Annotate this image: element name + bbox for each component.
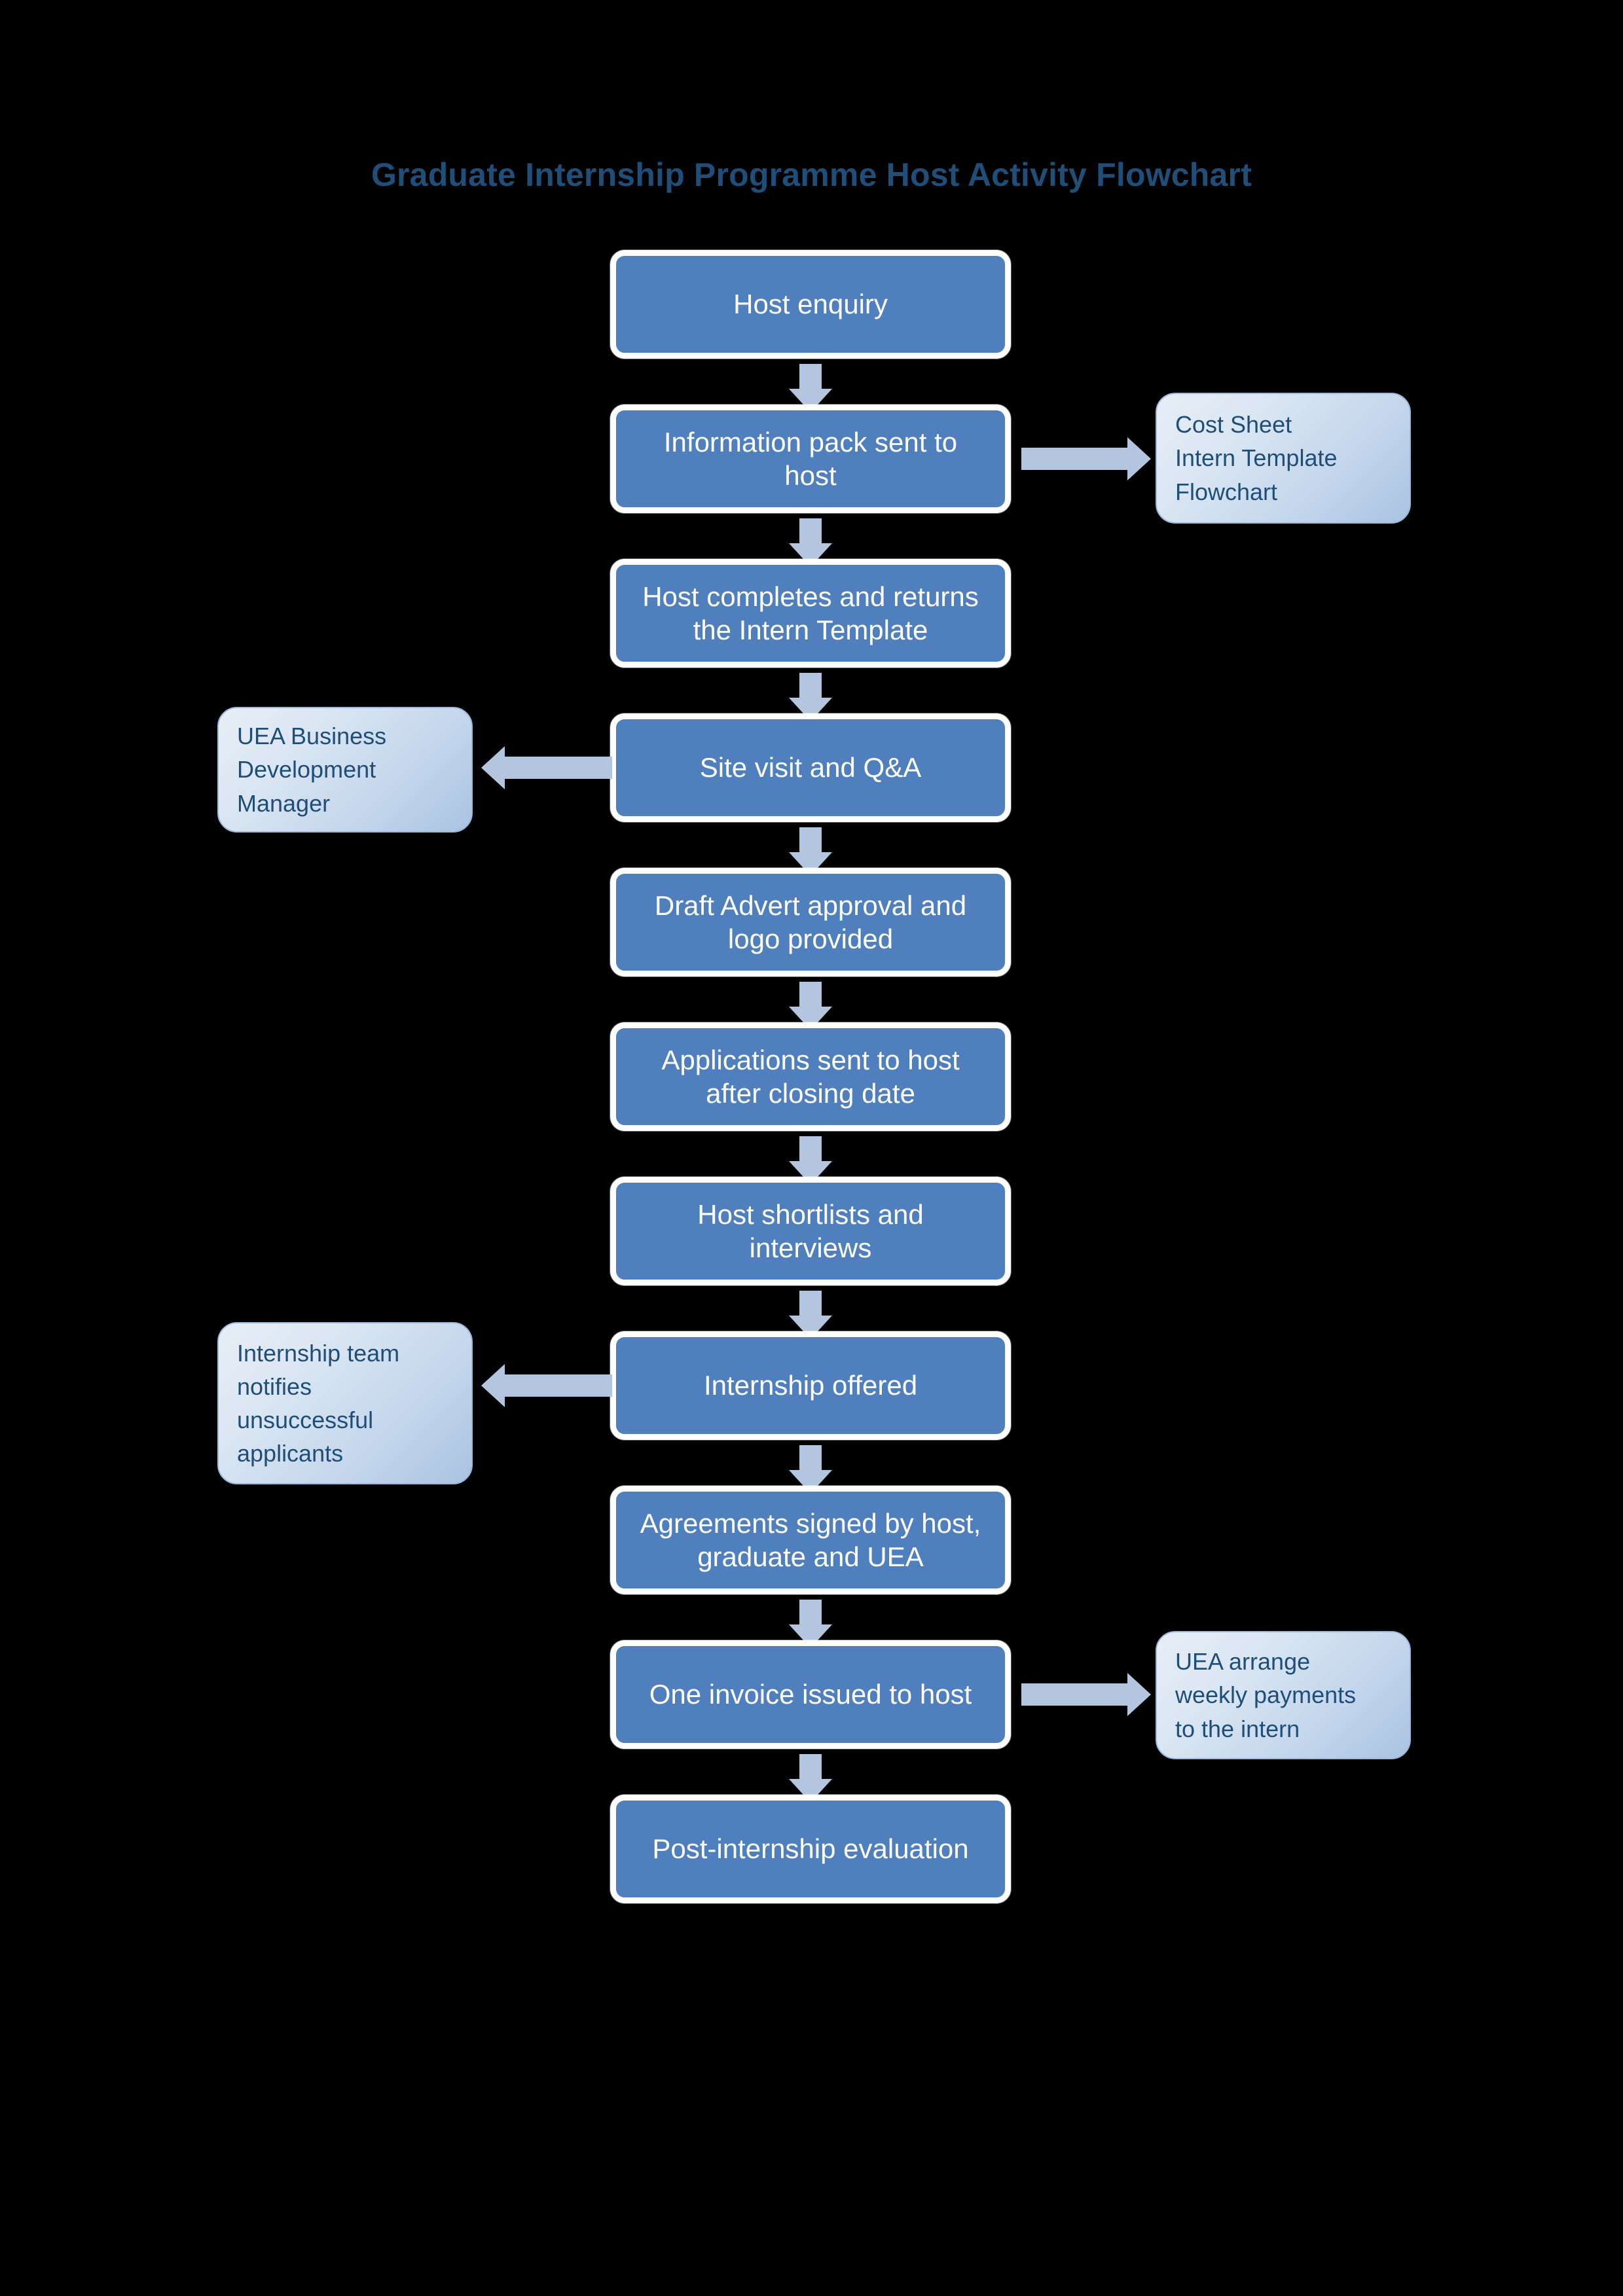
- flow-node-host-shortlists[interactable]: Host shortlists and interviews: [610, 1177, 1011, 1285]
- flow-node-label: Host completes and returns the Intern Te…: [632, 580, 989, 647]
- note-internship-team-notifies[interactable]: Internship team notifies unsuccessful ap…: [217, 1322, 473, 1484]
- note-line: applicants: [237, 1440, 344, 1467]
- note-uea-business-development-manager[interactable]: UEA Business Development Manager: [217, 707, 473, 833]
- note-cost-sheet-documents[interactable]: Cost Sheet Intern Template Flowchart: [1156, 393, 1411, 524]
- note-line: UEA arrange: [1175, 1648, 1311, 1676]
- flow-node-label-line2: graduate and UEA: [697, 1541, 924, 1572]
- note-line: Internship team: [237, 1339, 400, 1367]
- flow-node-label-line1: Draft Advert approval and: [654, 889, 967, 921]
- flow-node-label-line1: Host shortlists and: [697, 1198, 924, 1230]
- flow-node-label: Information pack sent to host: [632, 425, 989, 492]
- flow-node-label-line1: Agreements signed by host,: [640, 1507, 981, 1539]
- flow-node-label-line1: Host completes and returns: [642, 581, 979, 612]
- flow-node-label: Host enquiry: [733, 289, 888, 320]
- flow-node-label: Host shortlists and interviews: [632, 1198, 989, 1265]
- flow-node-label-line2: the Intern Template: [693, 615, 928, 645]
- arrow-left-n8-unsuccessful: [481, 1364, 612, 1407]
- note-line: Intern Template: [1175, 444, 1338, 472]
- flow-node-label-line2: logo provided: [727, 924, 894, 954]
- flow-node-label-line2: host: [784, 460, 837, 491]
- arrow-right-n2-costsheet: [1021, 437, 1152, 480]
- note-line: Flowchart: [1175, 478, 1278, 505]
- flow-node-label: Applications sent to host after closing …: [632, 1043, 989, 1110]
- note-line: UEA Business: [237, 723, 387, 750]
- arrow-right-n10-uea-payments: [1021, 1673, 1152, 1716]
- note-uea-weekly-payments[interactable]: UEA arrange weekly payments to the inter…: [1156, 1631, 1411, 1759]
- flow-node-host-enquiry[interactable]: Host enquiry: [610, 250, 1011, 359]
- note-line: notifies: [237, 1372, 312, 1400]
- note-line: to the intern: [1175, 1715, 1300, 1742]
- flow-node-label: Post-internship evaluation: [652, 1833, 969, 1865]
- page-title: Graduate Internship Programme Host Activ…: [371, 156, 1252, 193]
- flow-node-information-pack[interactable]: Information pack sent to host: [610, 404, 1011, 513]
- note-line: Cost Sheet: [1175, 411, 1292, 439]
- note-line: Development: [237, 756, 376, 783]
- flow-node-label-line2: after closing date: [706, 1078, 915, 1109]
- note-line: unsuccessful: [237, 1407, 374, 1433]
- note-line: Manager: [237, 789, 331, 817]
- flow-node-label: Agreements signed by host, graduate and …: [632, 1507, 989, 1573]
- flow-node-host-returns-template[interactable]: Host completes and returns the Intern Te…: [610, 559, 1011, 668]
- flow-node-post-internship-evaluation[interactable]: Post-internship evaluation: [610, 1795, 1011, 1903]
- flow-node-label-line2: interviews: [749, 1232, 872, 1263]
- flow-node-draft-advert-approval[interactable]: Draft Advert approval and logo provided: [610, 868, 1011, 977]
- flow-node-applications-sent[interactable]: Applications sent to host after closing …: [610, 1022, 1011, 1131]
- flow-node-site-visit[interactable]: Site visit and Q&A: [610, 713, 1011, 822]
- flowchart-canvas: Graduate Internship Programme Host Activ…: [0, 0, 1623, 2296]
- flow-node-label: Site visit and Q&A: [699, 752, 922, 783]
- flow-node-internship-offered[interactable]: Internship offered: [610, 1331, 1011, 1440]
- note-line: weekly payments: [1175, 1681, 1357, 1709]
- flow-node-label-line1: Applications sent to host: [661, 1044, 960, 1075]
- flow-node-one-invoice[interactable]: One invoice issued to host: [610, 1640, 1011, 1749]
- flow-node-label-line1: Information pack sent to: [663, 426, 958, 457]
- flow-node-label: Internship offered: [703, 1370, 918, 1401]
- flow-node-agreements-signed[interactable]: Agreements signed by host, graduate and …: [610, 1486, 1011, 1594]
- arrow-left-n4-bdm: [481, 746, 612, 789]
- flow-node-label: One invoice issued to host: [649, 1679, 972, 1710]
- flow-node-label: Draft Advert approval and logo provided: [632, 889, 989, 956]
